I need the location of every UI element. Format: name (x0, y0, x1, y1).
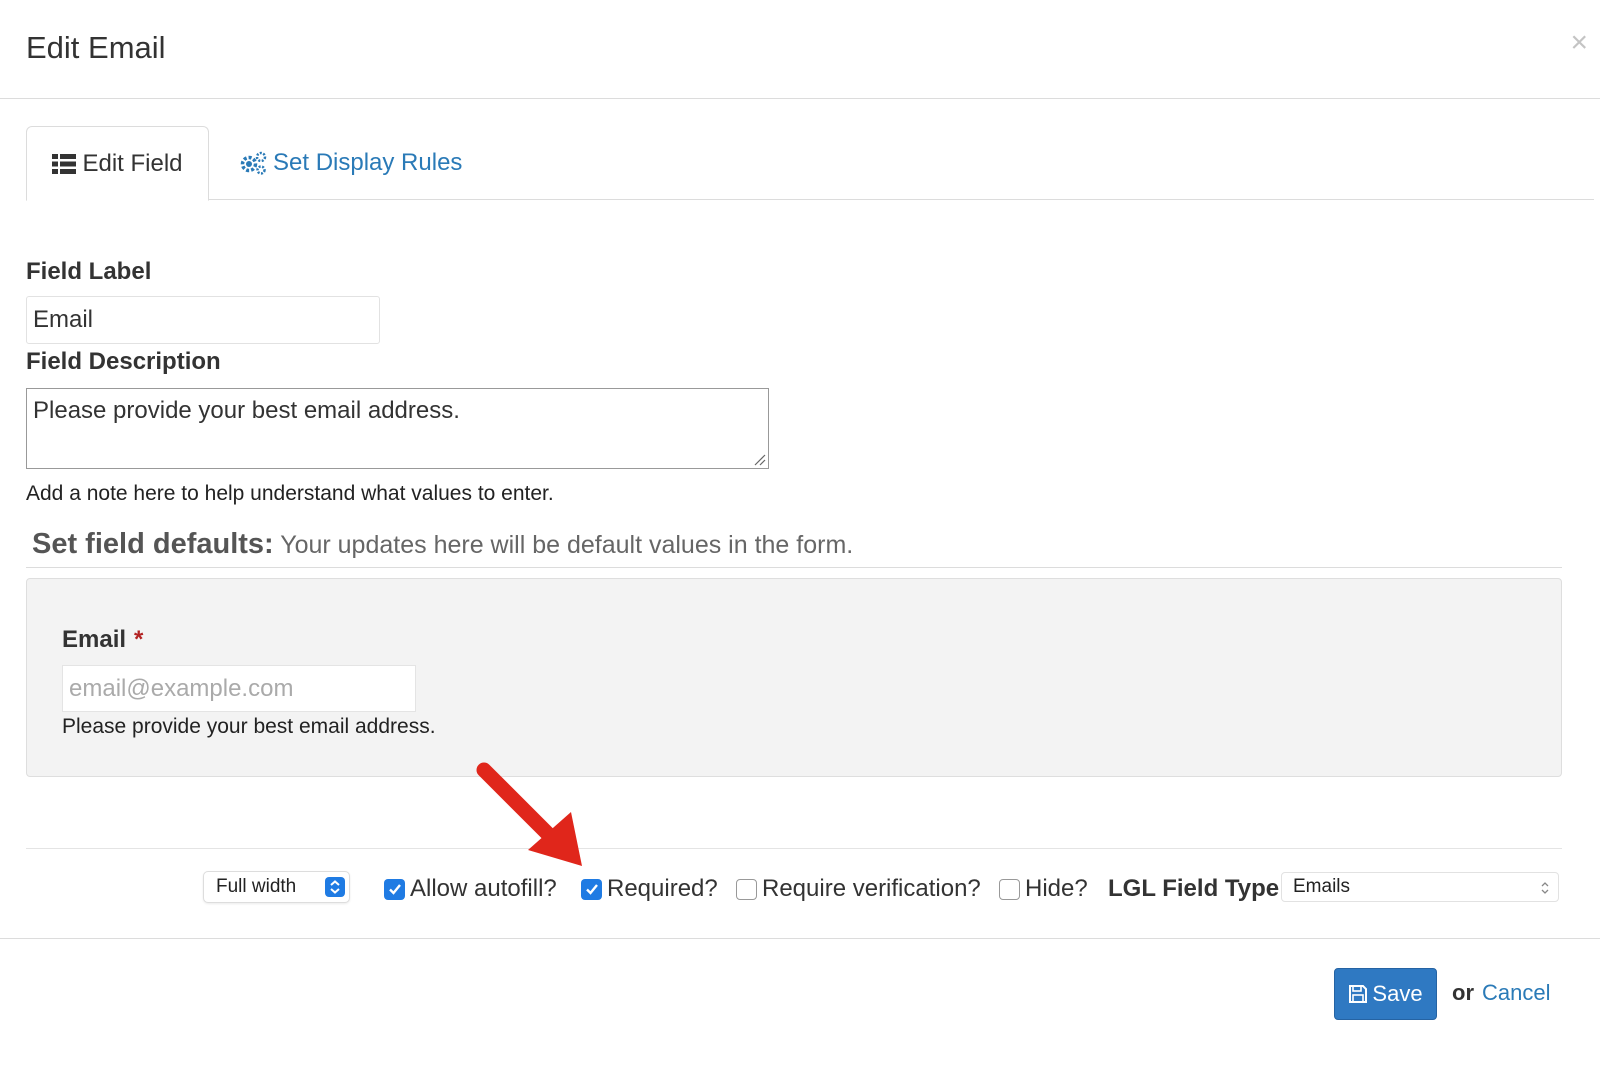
lgl-field-type-label: LGL Field Type: (1108, 875, 1288, 902)
field-label-heading: Field Label (26, 258, 152, 285)
hide-checkbox[interactable]: Hide? (999, 875, 1088, 903)
required-star: * (134, 626, 144, 653)
defaults-preview-panel: Email * email@example.com Please provide … (26, 578, 1562, 777)
defaults-heading: Set field defaults: Your updates here wi… (32, 528, 853, 561)
require-verification-checkbox[interactable]: Require verification? (736, 875, 981, 903)
preview-label-text: Email (62, 626, 127, 653)
select-stepper-icon (325, 877, 345, 897)
select-stepper-icon (1541, 882, 1549, 894)
divider (0, 938, 1600, 939)
preview-email-input[interactable]: email@example.com (62, 665, 416, 712)
field-label-input[interactable]: Email (26, 296, 380, 344)
checkbox-unchecked-icon (999, 878, 1020, 900)
defaults-heading-text: Your updates here will be default values… (273, 531, 854, 559)
gears-icon (239, 151, 267, 175)
cancel-link[interactable]: Cancel (1482, 980, 1550, 1006)
resize-grip-icon[interactable] (754, 454, 766, 466)
preview-email-label: Email * (62, 626, 143, 654)
required-checkbox[interactable]: Required? (581, 875, 718, 903)
divider (26, 567, 1562, 568)
field-description-text: Please provide your best email address. (33, 397, 460, 424)
preview-email-description: Please provide your best email address. (62, 715, 436, 738)
modal-header: Edit Email × (0, 0, 1600, 99)
save-button[interactable]: Save (1334, 968, 1437, 1020)
modal-title: Edit Email (26, 30, 166, 65)
field-description-heading: Field Description (26, 348, 221, 375)
or-text: or (1452, 980, 1474, 1005)
allow-autofill-label: Allow autofill? (410, 875, 557, 902)
required-label: Required? (607, 875, 718, 902)
allow-autofill-checkbox[interactable]: Allow autofill? (384, 875, 557, 903)
list-icon (52, 153, 77, 174)
tab-bar: Edit Field Set Display Rules (26, 126, 1594, 201)
checkbox-unchecked-icon (736, 878, 757, 900)
tab-label: Set Display Rules (273, 149, 463, 176)
defaults-heading-bold: Set field defaults: (32, 528, 274, 560)
lgl-field-type-select[interactable]: Emails (1281, 872, 1559, 902)
floppy-disk-icon (1348, 984, 1368, 1004)
hide-label: Hide? (1025, 875, 1088, 902)
checkbox-checked-icon (384, 878, 405, 900)
lgl-field-type-value: Emails (1293, 876, 1351, 897)
field-description-help: Add a note here to help understand what … (26, 482, 554, 505)
tab-set-display-rules[interactable]: Set Display Rules (239, 126, 462, 200)
divider (26, 848, 1562, 849)
save-label: Save (1372, 981, 1423, 1006)
checkbox-checked-icon (581, 878, 602, 900)
width-select-value: Full width (216, 876, 297, 897)
width-select[interactable]: Full width (203, 871, 350, 903)
require-verification-label: Require verification? (762, 875, 981, 902)
tab-edit-field[interactable]: Edit Field (26, 126, 209, 201)
tab-label: Edit Field (82, 149, 183, 177)
field-description-textarea[interactable]: Please provide your best email address. (26, 388, 769, 469)
close-icon[interactable]: × (1570, 28, 1588, 58)
